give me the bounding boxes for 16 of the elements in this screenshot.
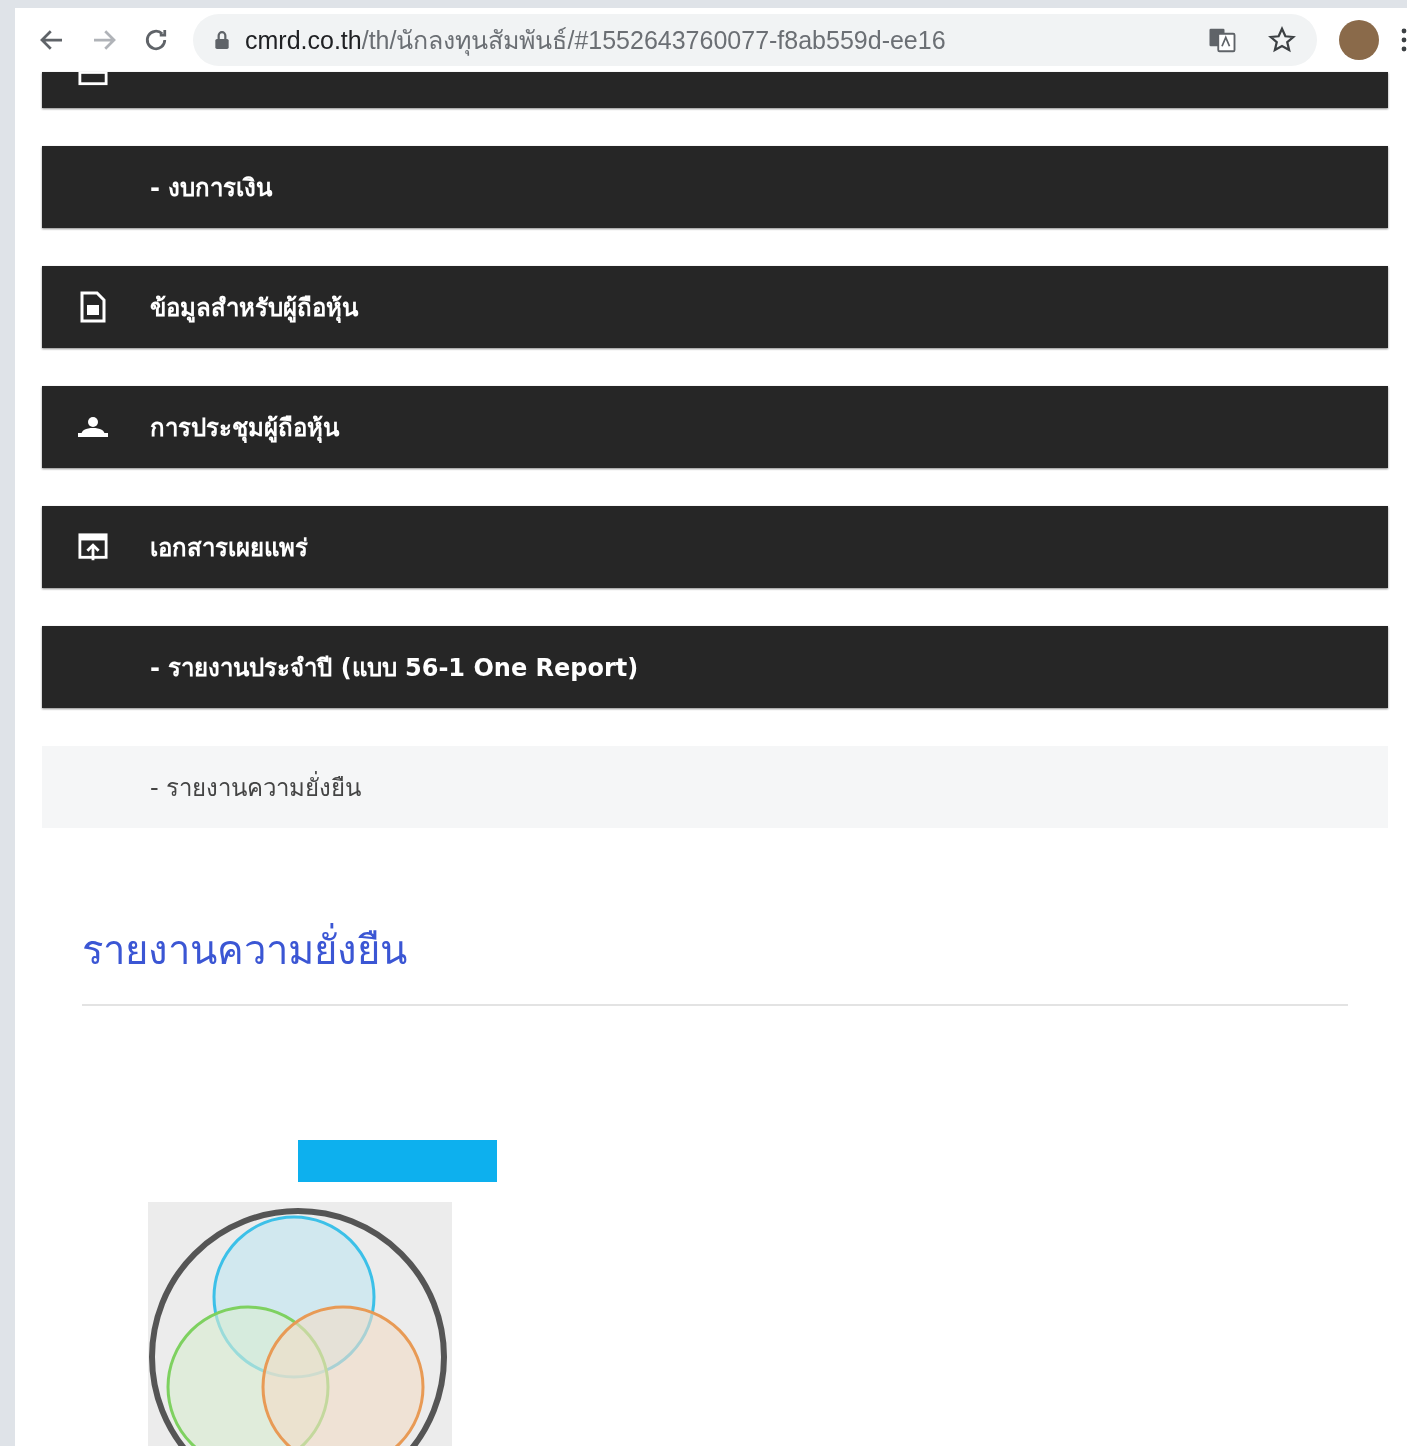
- people-icon: [78, 416, 108, 438]
- menu-item[interactable]: เอกสารเผยแพร่: [42, 506, 1388, 588]
- address-bar[interactable]: cmrd.co.th/th/นักลงทุนสัมพันธ์/#1552643760077-f8ab559d-ee16: [193, 14, 1317, 66]
- section-heading: รายงานความยั่งยืน: [82, 918, 1388, 982]
- menu-item[interactable]: การประชุมผู้ถือหุ้น: [42, 386, 1388, 468]
- lock-icon: [213, 30, 231, 50]
- avatar[interactable]: [1339, 20, 1379, 60]
- menu-item[interactable]: - งบการเงิน: [42, 146, 1388, 228]
- menu-item[interactable]: - รายงานประจำปี (แบบ 56-1 One Report): [42, 626, 1388, 708]
- url-text: cmrd.co.th/th/นักลงทุนสัมพันธ์/#1552643760077-f8ab559d-ee16: [245, 25, 947, 58]
- menu-item[interactable]: - รายงานความยั่งยืน: [42, 746, 1388, 828]
- upload-screen-icon: [78, 531, 108, 563]
- document-icon: [78, 291, 108, 323]
- menu-item[interactable]: ข้อมูลสำหรับผู้ถือหุ้น: [42, 266, 1388, 348]
- star-icon[interactable]: [1267, 25, 1297, 55]
- menu-icon[interactable]: [1401, 28, 1407, 52]
